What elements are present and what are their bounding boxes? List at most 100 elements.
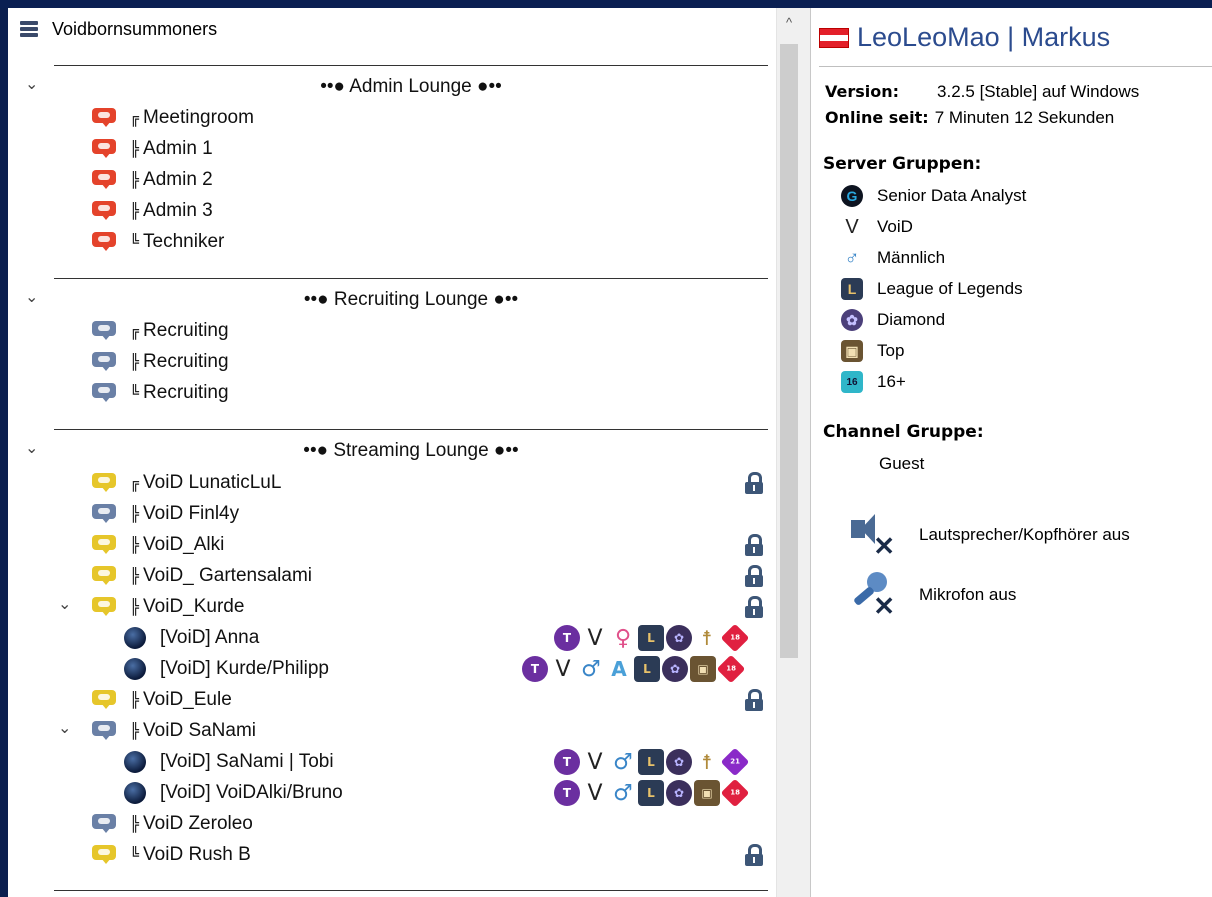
tree-prefix: ╠ [130, 815, 140, 833]
channel-icon [92, 232, 116, 252]
twitch-icon: T [522, 656, 548, 682]
pane-splitter[interactable] [800, 8, 811, 897]
server-groups-heading: Server Gruppen: [823, 154, 982, 174]
age-18-icon: 18 [720, 623, 750, 653]
client-name: [VoiD] VoiDAlki/Bruno [160, 782, 343, 803]
channel-item[interactable]: ╔ Meetingroom [92, 104, 254, 132]
tree-prefix: ╠ [130, 140, 140, 158]
twitch-icon: T [554, 780, 580, 806]
mic-status-label: Mikrofon aus [919, 585, 1017, 604]
male-icon: ♂ [581, 656, 601, 682]
tree-prefix: ╠ [130, 722, 140, 740]
channel-name: VoiD Finl4y [143, 503, 240, 524]
channel-item[interactable]: ╠ VoiD_Kurde [92, 593, 244, 621]
age-16-icon: 16 [841, 371, 863, 393]
austria-flag-icon [819, 27, 849, 48]
client-name: [VoiD] Kurde/Philipp [160, 658, 329, 679]
lock-icon [744, 689, 764, 711]
diamond-icon: ✿ [666, 749, 692, 775]
channel-icon [92, 566, 116, 586]
scroll-thumb[interactable] [780, 44, 798, 658]
channel-icon [92, 845, 116, 865]
tree-prefix: ╠ [130, 567, 140, 585]
lounge-title-admin[interactable]: ••● Admin Lounge ●•• [54, 76, 768, 98]
tree-prefix: ╔ [130, 474, 140, 492]
vertical-scrollbar[interactable]: ^ [776, 8, 801, 897]
tree-prefix: ╠ [130, 691, 140, 709]
client-badges: T V ♂ L ✿ ☨ 21 [554, 747, 750, 777]
client-item[interactable]: [VoiD] Anna [124, 624, 259, 652]
tree-prefix: ╠ [130, 598, 140, 616]
client-status-icon [124, 782, 146, 804]
server-group-label: 16+ [877, 372, 906, 391]
scroll-up-button[interactable]: ^ [777, 8, 801, 38]
void-icon: V [587, 749, 603, 775]
lounge-title-recruiting[interactable]: ••● Recruiting Lounge ●•• [54, 289, 768, 311]
channel-name: Techniker [143, 231, 225, 252]
channel-item[interactable]: ╠ Recruiting [92, 348, 229, 376]
client-badges: T V ♀ L ✿ ☨ 18 [554, 623, 750, 653]
client-item[interactable]: [VoiD] SaNami | Tobi [124, 748, 334, 776]
client-item[interactable]: [VoiD] Kurde/Philipp [124, 655, 329, 683]
age-18-icon: 18 [716, 654, 746, 684]
age-21-icon: 21 [720, 747, 750, 777]
server-group-item: L League of Legends [841, 275, 1023, 303]
client-title: LeoLeoMao | Markus [819, 22, 1110, 53]
chevron-down-icon[interactable]: ⌄ [25, 290, 39, 306]
channel-icon [92, 201, 116, 221]
spacer-line [54, 890, 768, 891]
void-icon: V [555, 656, 571, 682]
online-row: Online seit: 7 Minuten 12 Sekunden [825, 108, 1114, 128]
version-label: Version: [825, 82, 900, 101]
chevron-down-icon[interactable]: ⌄ [25, 441, 39, 457]
window-frame [0, 0, 1212, 8]
channel-item[interactable]: ╚ Techniker [92, 228, 224, 256]
channel-item[interactable]: ╔ VoiD LunaticLuL [92, 469, 281, 497]
spacer-line [54, 429, 768, 430]
top-lane-icon: ▣ [690, 656, 716, 682]
void-icon: V [845, 215, 859, 238]
channel-item[interactable]: ╠ VoiD Zeroleo [92, 810, 253, 838]
server-group-item: ✿ Diamond [841, 306, 945, 334]
channel-item[interactable]: ╠ VoiD Finl4y [92, 500, 239, 528]
title-underline [819, 66, 1212, 67]
channel-item[interactable]: ╔ Recruiting [92, 317, 229, 345]
channel-item[interactable]: ╠ Admin 2 [92, 166, 213, 194]
client-badges: T V ♂ L ✿ ▣ 18 [554, 778, 750, 808]
channel-item[interactable]: ╚ Recruiting [92, 379, 229, 407]
tree-prefix: ╔ [130, 322, 140, 340]
client-name: [VoiD] SaNami | Tobi [160, 751, 334, 772]
female-icon: ♀ [614, 625, 632, 651]
chevron-down-icon[interactable]: ⌄ [58, 721, 72, 737]
tree-prefix: ╠ [130, 536, 140, 554]
spacer-line [54, 278, 768, 279]
tree-prefix: ╠ [130, 353, 140, 371]
lounge-title-streaming[interactable]: ••● Streaming Lounge ●•• [54, 440, 768, 462]
void-icon: V [587, 625, 603, 651]
channel-icon [92, 504, 116, 524]
channel-name: Meetingroom [143, 107, 254, 128]
league-of-legends-icon: L [638, 625, 664, 651]
chevron-down-icon[interactable]: ⌄ [58, 597, 72, 613]
server-row[interactable]: Voidbornsummoners [20, 18, 217, 40]
channel-icon [92, 721, 116, 741]
channel-item[interactable]: ╠ VoiD_ Gartensalami [92, 562, 312, 590]
channel-item[interactable]: ╠ Admin 3 [92, 197, 213, 225]
channel-name: VoiD Zeroleo [143, 813, 253, 834]
channel-tree[interactable]: Voidbornsummoners ⌄ ••● Admin Lounge ●••… [8, 8, 776, 897]
channel-item[interactable]: ╠ VoiD_Eule [92, 686, 232, 714]
server-group-item: ♂ Männlich [841, 244, 946, 272]
channel-item[interactable]: ╚ VoiD Rush B [92, 841, 251, 869]
arrow-icon: A [611, 657, 627, 681]
server-group-label: VoiD [877, 217, 913, 236]
channel-icon [92, 383, 116, 403]
client-item[interactable]: [VoiD] VoiDAlki/Bruno [124, 779, 343, 807]
spacer-line [54, 65, 768, 66]
channel-item[interactable]: ╠ Admin 1 [92, 135, 213, 163]
channel-icon [92, 321, 116, 341]
online-label: Online seit: [825, 108, 929, 127]
channel-item[interactable]: ╠ VoiD_Alki [92, 531, 224, 559]
chevron-down-icon[interactable]: ⌄ [25, 77, 39, 93]
channel-item[interactable]: ╠ VoiD SaNami [92, 717, 256, 745]
diamond-icon: ✿ [662, 656, 688, 682]
